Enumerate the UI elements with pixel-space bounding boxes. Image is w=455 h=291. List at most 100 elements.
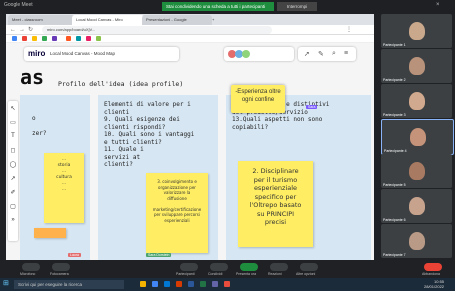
share-button[interactable] <box>210 263 228 271</box>
browser-tab-active[interactable]: Local Mood Canvas - Miro <box>72 15 144 25</box>
sticky-note[interactable]: 3. coinvolgimento e organizzazione per v… <box>146 173 208 253</box>
os-taskbar: ⊞ Scrivi qui per eseguire la ricerca 10:… <box>0 278 455 291</box>
bookmark-icon[interactable] <box>76 36 81 41</box>
edge-icon[interactable] <box>164 281 170 287</box>
participants-panel: Partecipante 1 Partecipante 2 Partecipan… <box>378 14 455 260</box>
cursor-name-tag: Sara <box>306 105 318 109</box>
select-icon[interactable]: ↖ <box>9 105 17 112</box>
taskbar-clock: 10:55 28/01/2022 <box>424 279 444 289</box>
connector-icon[interactable]: ↗ <box>9 175 17 182</box>
avatar[interactable] <box>242 50 250 58</box>
participant-video <box>409 22 425 40</box>
control-label: Altre opzioni <box>296 272 316 276</box>
file-explorer-icon[interactable] <box>140 281 146 287</box>
participants-button[interactable] <box>180 263 198 271</box>
powerpoint-icon[interactable] <box>176 281 182 287</box>
bookmark-icon[interactable] <box>22 36 27 41</box>
reload-icon[interactable]: ↻ <box>28 26 33 34</box>
bookmark-icon[interactable] <box>52 36 57 41</box>
participant-tile[interactable]: Partecipante 6 <box>381 189 452 223</box>
clock-date: 28/01/2022 <box>424 284 445 289</box>
participant-name: Partecipante 1 <box>383 43 406 47</box>
menu-icon[interactable]: ≡ <box>344 50 348 57</box>
microphone-button[interactable] <box>22 263 40 271</box>
comment-tool-icon[interactable]: ▢ <box>9 203 17 210</box>
participant-tile[interactable]: Partecipante 3 <box>381 84 452 118</box>
meet-controls-bar: Microfono Fotocamera Partecipanti Condiv… <box>0 260 455 278</box>
reactions-button[interactable] <box>270 263 288 271</box>
profile-title: Profilo dell'idea (idea profile) <box>58 80 184 88</box>
cursor-name-tag: Laura <box>68 253 81 257</box>
bookmark-icon[interactable] <box>96 36 101 41</box>
search-icon[interactable]: ⌕ <box>332 50 336 58</box>
control-label: Fotocamera <box>50 272 69 276</box>
taskbar-search[interactable]: Scrivi qui per eseguire la ricerca <box>14 280 124 289</box>
participant-video <box>409 57 425 75</box>
participant-tile[interactable]: Partecipante 1 <box>381 14 452 48</box>
more-tools-icon[interactable]: » <box>9 217 17 223</box>
control-label: Reazioni <box>268 272 282 276</box>
board-name[interactable]: Local Mood Canvas - Mood Map <box>50 51 115 56</box>
control-label: Presenta ora <box>236 272 257 276</box>
window-title: Google Meet <box>4 2 33 8</box>
present-now-button[interactable] <box>240 263 258 271</box>
new-tab-button[interactable]: + <box>210 15 222 25</box>
bookmark-icon[interactable] <box>86 36 91 41</box>
cursor-icon[interactable]: ➚ <box>304 50 310 58</box>
bookmark-icon[interactable] <box>32 36 37 41</box>
url-field[interactable]: miro.com/app/board/uXjV... <box>42 26 272 34</box>
sticky-note-icon[interactable]: ◻ <box>9 147 17 154</box>
participant-tile[interactable]: Partecipante 7 <box>381 224 452 258</box>
column-left-text: o zer? <box>32 115 47 137</box>
stop-share-button[interactable]: Interrompi <box>277 2 317 11</box>
section-heading-fragment: as <box>20 65 45 89</box>
text-icon[interactable]: T <box>9 133 17 139</box>
forward-icon[interactable]: → <box>19 26 25 34</box>
more-options-button[interactable] <box>300 263 318 271</box>
extensions-icon[interactable]: ⋮ <box>346 26 352 34</box>
participant-name: Partecipante 6 <box>383 218 406 222</box>
meet-top-bar: Google Meet Stai condividendo una scheda… <box>0 0 455 14</box>
control-label: Abbandona <box>422 272 440 276</box>
shapes-icon[interactable]: ◯ <box>9 161 17 168</box>
column-value-text: Elementi di valore per i clienti 9. Qual… <box>104 101 195 168</box>
word-icon[interactable] <box>188 281 194 287</box>
chrome-icon[interactable] <box>152 281 158 287</box>
close-icon[interactable]: × <box>436 2 440 8</box>
participant-name: Partecipante 4 <box>384 149 407 153</box>
browser-tab[interactable]: Presentazioni - Google <box>142 15 212 25</box>
bookmark-icon[interactable] <box>42 36 47 41</box>
windows-start-icon[interactable]: ⊞ <box>3 280 11 288</box>
miro-logo: miro <box>28 49 46 58</box>
participant-video <box>409 197 425 215</box>
camera-button[interactable] <box>52 263 70 271</box>
miro-board[interactable]: miro Local Mood Canvas - Mood Map ➚ ✎ ⌕ … <box>6 43 374 260</box>
cursor-name-tag: Sara Dorstein <box>146 253 172 257</box>
sticky-note[interactable]: 2. Disciplinare per il turismo esperienz… <box>238 161 313 247</box>
sticky-note[interactable]: ... storia ... cultura ... ... <box>44 153 84 223</box>
sticky-note-popup[interactable]: -Esperienza oltre ogni confine <box>231 85 285 113</box>
miro-toolbar: ↖ ▭ T ◻ ◯ ↗ ✐ ▢ » <box>8 101 18 241</box>
participant-tile[interactable]: Partecipante 2 <box>381 49 452 83</box>
bookmarks-bar <box>6 35 374 43</box>
bookmark-icon[interactable] <box>12 36 17 41</box>
collaboration-bar <box>224 47 294 61</box>
comment-icon[interactable]: ✎ <box>318 50 324 58</box>
participant-tile-speaking[interactable]: Partecipante 4 <box>381 119 454 155</box>
participant-name: Partecipante 5 <box>383 183 406 187</box>
bookmark-icon[interactable] <box>66 36 71 41</box>
teams-icon[interactable] <box>212 281 218 287</box>
control-label: Microfono <box>20 272 36 276</box>
pen-icon[interactable]: ✐ <box>9 189 17 196</box>
excel-icon[interactable] <box>200 281 206 287</box>
leave-call-button[interactable] <box>424 263 442 271</box>
shared-screen: Meet - classroom Local Mood Canvas - Mir… <box>6 14 374 260</box>
browser-tab[interactable]: Meet - classroom <box>8 15 74 25</box>
back-icon[interactable]: ← <box>10 26 16 34</box>
participant-video <box>409 92 425 110</box>
app-icon[interactable] <box>224 281 230 287</box>
address-bar-row: ← → ↻ miro.com/app/board/uXjV... ⋮ <box>6 25 374 35</box>
participant-tile[interactable]: Partecipante 5 <box>381 154 452 188</box>
frame-icon[interactable]: ▭ <box>9 119 17 126</box>
sticky-note[interactable] <box>34 228 66 238</box>
